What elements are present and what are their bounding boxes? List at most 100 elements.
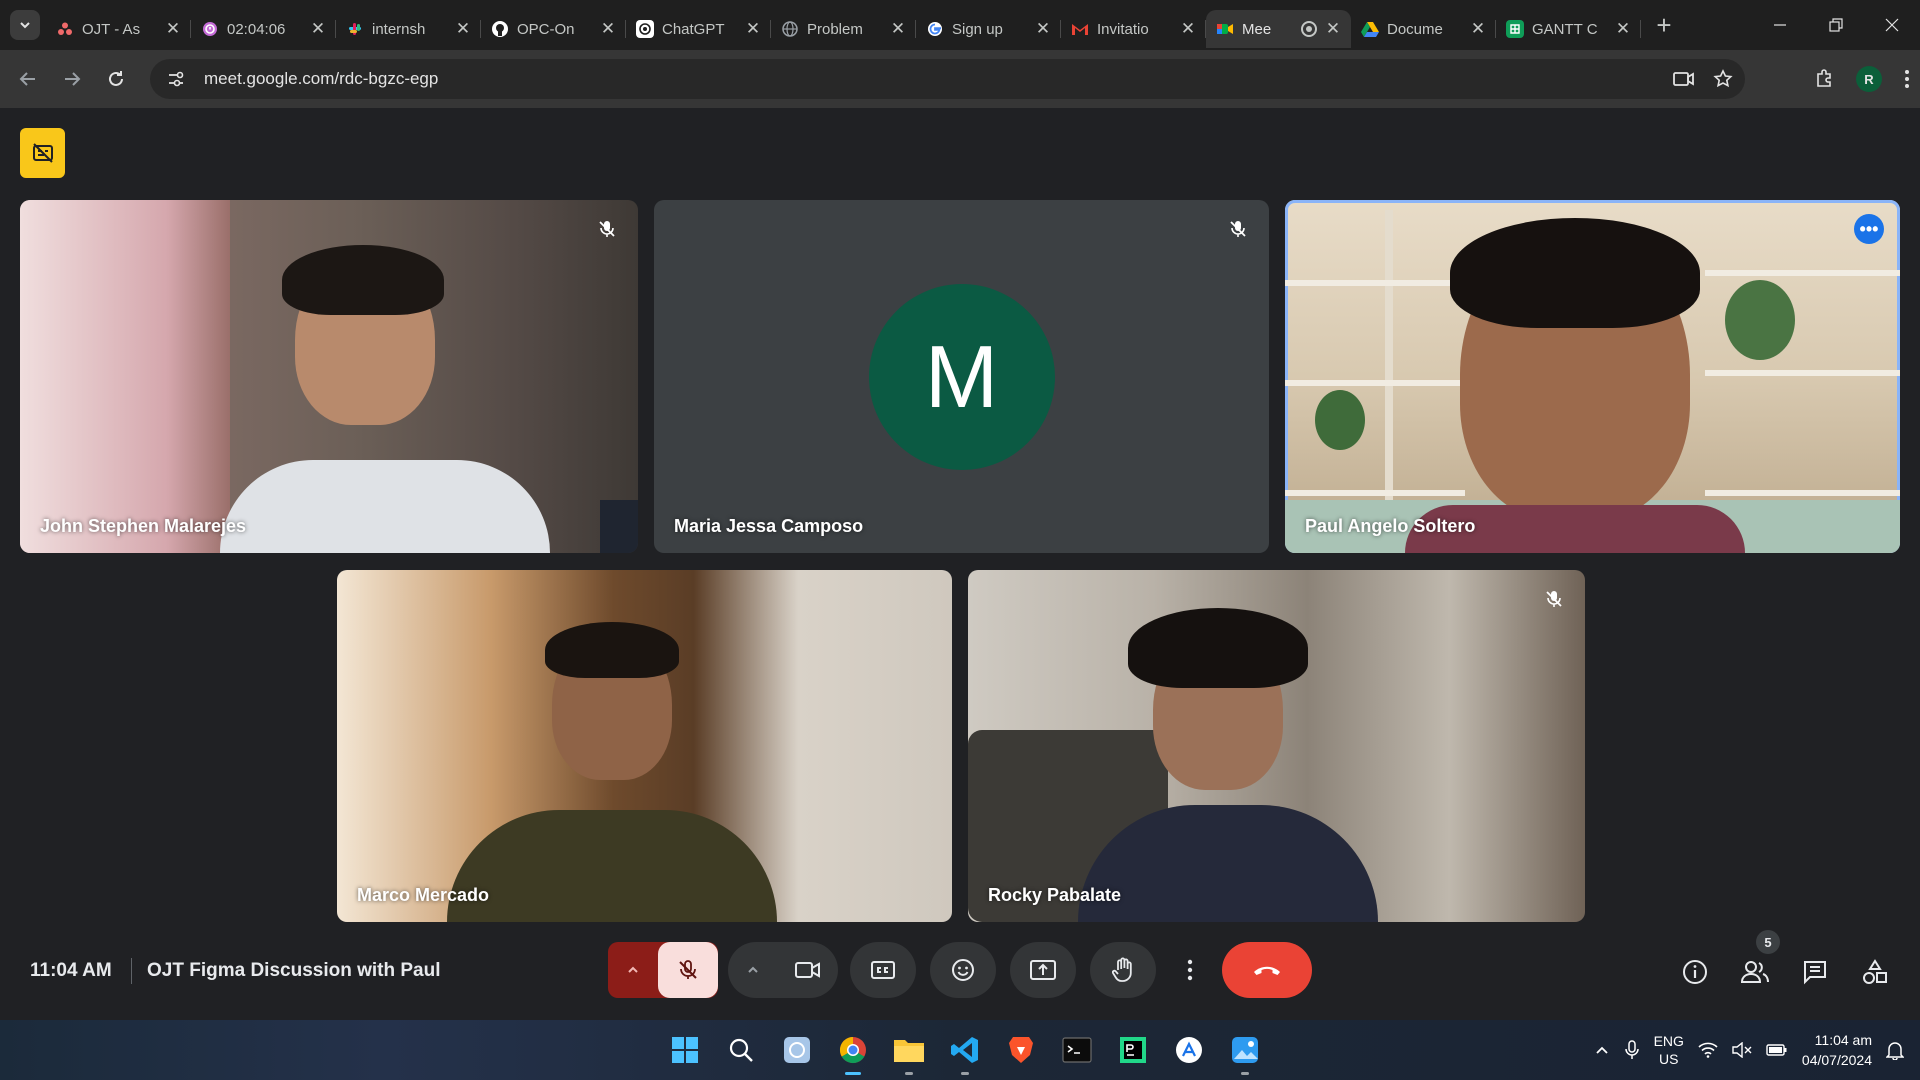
tab-search-button[interactable]	[10, 10, 40, 40]
participant-shirt	[447, 810, 777, 922]
toggle-camera-button[interactable]	[778, 942, 838, 998]
address-bar[interactable]: meet.google.com/rdc-bgzc-egp	[150, 59, 1745, 99]
microphone-in-use-icon[interactable]	[1624, 1040, 1640, 1060]
volume-muted-icon[interactable]	[1732, 1042, 1752, 1058]
camera-in-use-icon[interactable]	[1673, 70, 1695, 88]
toggle-microphone-button[interactable]	[658, 942, 718, 998]
minimize-button[interactable]	[1752, 0, 1808, 50]
close-icon[interactable]: ✕	[1470, 19, 1486, 39]
leave-call-button[interactable]	[1222, 942, 1312, 998]
notification-bell-icon[interactable]	[1886, 1040, 1904, 1060]
extensions-icon[interactable]	[1814, 69, 1834, 89]
profile-avatar[interactable]: R	[1856, 66, 1882, 92]
raise-hand-button[interactable]	[1090, 942, 1156, 998]
pycharm-icon	[1120, 1037, 1146, 1063]
new-tab-button[interactable]: +	[1649, 10, 1679, 40]
slack-icon	[346, 20, 364, 38]
mic-off-icon	[679, 960, 697, 979]
meeting-details-button[interactable]	[1675, 952, 1715, 992]
windows-start-button[interactable]	[664, 1029, 706, 1071]
tab-meet[interactable]: Mee ✕	[1206, 10, 1351, 48]
close-icon[interactable]: ✕	[600, 19, 616, 39]
minimize-icon	[1774, 24, 1786, 26]
meeting-clock: 11:04 AM	[30, 960, 112, 981]
restore-button[interactable]	[1808, 0, 1864, 50]
tab-problem[interactable]: Problem ✕	[771, 10, 916, 48]
close-icon[interactable]: ✕	[455, 19, 471, 39]
omnibox-actions	[1673, 59, 1733, 99]
tab-sheets[interactable]: GANTT C ✕	[1496, 10, 1641, 48]
meet-icon	[1216, 20, 1234, 38]
taskbar-app-vscode[interactable]	[944, 1029, 986, 1075]
tab-drive[interactable]: Docume ✕	[1351, 10, 1496, 48]
taskbar-app-file-explorer[interactable]	[888, 1029, 930, 1075]
tab-title: ChatGPT	[662, 20, 725, 38]
tab-asana[interactable]: OJT - As ✕	[46, 10, 191, 48]
arrow-right-icon	[65, 72, 81, 86]
close-icon[interactable]: ✕	[1325, 19, 1341, 39]
taskbar-app-terminal[interactable]	[1056, 1029, 1098, 1071]
participant-tile[interactable]: John Stephen Malarejes	[20, 200, 638, 553]
hand-icon	[1112, 957, 1132, 982]
close-icon[interactable]: ✕	[165, 19, 181, 39]
tab-title: Invitatio	[1097, 20, 1149, 38]
close-icon[interactable]: ✕	[1180, 19, 1196, 39]
chevron-up-icon[interactable]	[1594, 1042, 1610, 1058]
search-icon	[729, 1038, 753, 1062]
audio-settings-button[interactable]	[608, 942, 658, 998]
taskbar-clock[interactable]: 11:04 am 04/07/2024	[1802, 1030, 1872, 1070]
tab-github[interactable]: OPC-On ✕	[481, 10, 626, 48]
close-icon[interactable]: ✕	[310, 19, 326, 39]
close-icon[interactable]: ✕	[890, 19, 906, 39]
tab-title: OJT - As	[82, 20, 141, 38]
taskbar-app-brave[interactable]	[1000, 1029, 1042, 1071]
site-info-icon[interactable]	[164, 67, 188, 91]
participant-tile[interactable]: Marco Mercado	[337, 570, 952, 922]
tab-chatgpt[interactable]: ChatGPT ✕	[626, 10, 771, 48]
close-window-button[interactable]	[1864, 0, 1920, 50]
close-icon[interactable]: ✕	[1615, 19, 1631, 39]
close-icon[interactable]: ✕	[1035, 19, 1051, 39]
present-screen-button[interactable]	[1010, 942, 1076, 998]
reload-button[interactable]	[94, 57, 138, 101]
more-options-icon[interactable]: •••	[1854, 214, 1884, 244]
captions-off-badge[interactable]	[20, 128, 65, 178]
taskbar-app-pycharm[interactable]	[1112, 1029, 1154, 1071]
tab-google-signup[interactable]: Sign up ✕	[916, 10, 1061, 48]
windows-taskbar: ENG US 11:04 am 04/07/2024	[0, 1020, 1920, 1080]
participant-tile[interactable]: M Maria Jessa Camposo	[654, 200, 1269, 553]
tab-title: internsh	[372, 20, 426, 38]
taskbar-app-photos[interactable]	[1224, 1029, 1266, 1075]
wifi-icon[interactable]	[1698, 1042, 1718, 1058]
taskbar-app-file-manager[interactable]	[776, 1029, 818, 1071]
battery-icon[interactable]	[1766, 1043, 1788, 1057]
reactions-button[interactable]	[930, 942, 996, 998]
asana-icon	[56, 20, 74, 38]
app-store-icon	[1176, 1037, 1202, 1063]
star-icon[interactable]	[1713, 69, 1733, 89]
region-code: US	[1659, 1051, 1679, 1067]
participant-tile[interactable]: Rocky Pabalate	[968, 570, 1585, 922]
tab-gmail[interactable]: Invitatio ✕	[1061, 10, 1206, 48]
url-text[interactable]: meet.google.com/rdc-bgzc-egp	[204, 69, 438, 89]
input-language[interactable]: ENG US	[1654, 1032, 1684, 1068]
participant-hair	[1128, 608, 1308, 688]
taskbar-app-store[interactable]	[1168, 1029, 1210, 1071]
video-settings-button[interactable]	[728, 942, 778, 998]
kebab-menu-icon[interactable]	[1904, 69, 1910, 89]
participant-tile[interactable]: ••• Paul Angelo Soltero	[1285, 200, 1900, 553]
activities-button[interactable]	[1855, 952, 1895, 992]
chat-button[interactable]	[1795, 952, 1835, 992]
people-button[interactable]	[1735, 952, 1775, 992]
taskbar-search-button[interactable]	[720, 1029, 762, 1071]
browser-toolbar: meet.google.com/rdc-bgzc-egp R	[0, 50, 1920, 108]
more-options-button[interactable]	[1170, 942, 1210, 998]
forward-button[interactable]	[50, 57, 94, 101]
captions-off-icon	[32, 143, 53, 163]
taskbar-app-chrome[interactable]	[832, 1029, 874, 1075]
close-icon[interactable]: ✕	[745, 19, 761, 39]
captions-button[interactable]	[850, 942, 916, 998]
tab-slack[interactable]: internsh ✕	[336, 10, 481, 48]
tab-timer[interactable]: 02:04:06 ✕	[191, 10, 336, 48]
back-button[interactable]	[6, 57, 50, 101]
